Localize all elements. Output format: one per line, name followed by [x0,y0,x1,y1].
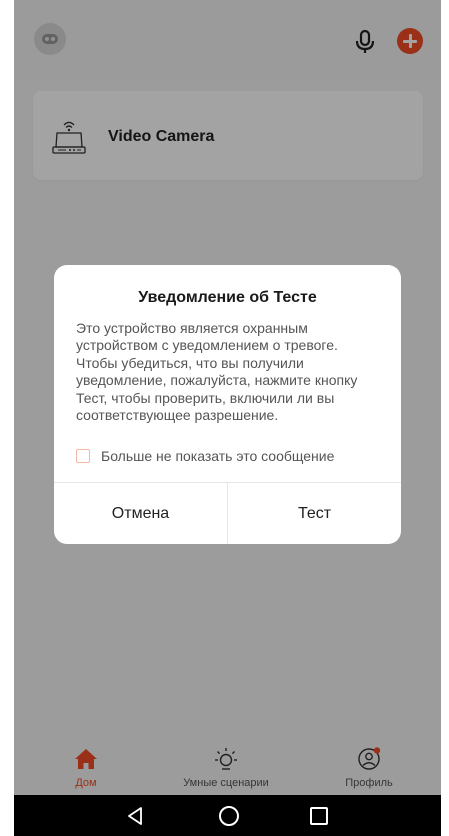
dialog-message: Это устройство является охранным устройс… [76,320,358,424]
dont-show-label: Больше не показать это сообщение [101,448,335,464]
dont-show-checkbox[interactable] [76,449,90,463]
recent-apps-icon[interactable] [310,807,328,825]
dont-show-again-option[interactable]: Больше не показать это сообщение [76,448,381,466]
home-circle-icon[interactable] [219,806,239,826]
dialog-title: Уведомление об Тесте [138,289,317,306]
system-navigation-bar [14,795,441,836]
app-screen: Video Camera Дом Умные сценарии Профиль … [14,0,441,836]
dialog-button-row: Отмена Тест [54,482,401,544]
cancel-button[interactable]: Отмена [54,483,228,544]
test-notification-dialog: Уведомление об Тесте Это устройство явля… [54,265,401,544]
test-button[interactable]: Тест [228,483,401,544]
back-icon[interactable] [124,805,146,827]
